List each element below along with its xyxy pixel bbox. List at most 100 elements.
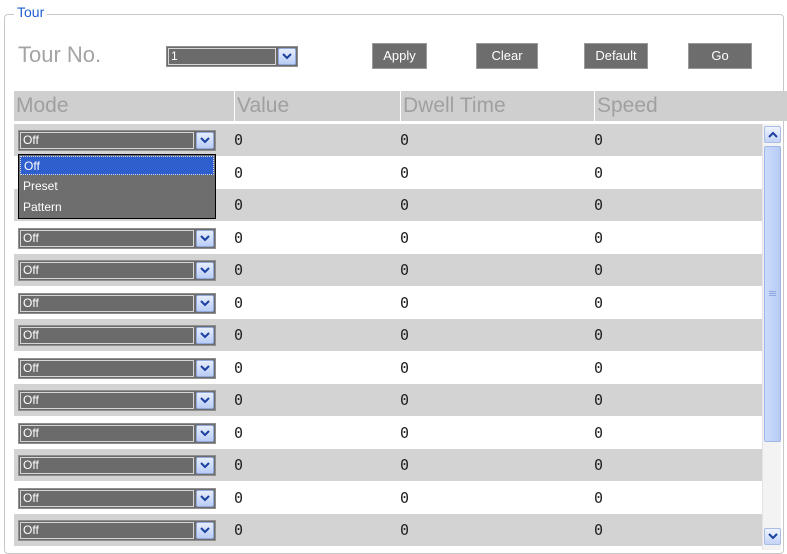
dwell-time-cell[interactable]: 0 xyxy=(400,189,409,221)
table-row: Off 0 0 0 xyxy=(14,124,762,156)
value-cell[interactable]: 0 xyxy=(234,449,243,481)
mode-select[interactable]: Off xyxy=(18,227,216,249)
mode-select-value: Off xyxy=(20,489,194,507)
chevron-down-icon[interactable] xyxy=(196,522,214,539)
column-header-speed: Speed xyxy=(594,91,658,121)
mode-option-preset[interactable]: Preset xyxy=(20,177,214,196)
mode-select-value: Off xyxy=(20,522,194,539)
value-cell[interactable]: 0 xyxy=(234,189,243,221)
tour-no-select[interactable]: 1 xyxy=(166,46,298,67)
chevron-down-icon[interactable] xyxy=(196,262,214,279)
speed-cell[interactable]: 0 xyxy=(594,287,603,319)
chevron-down-icon[interactable] xyxy=(196,457,214,474)
mode-select[interactable]: Off xyxy=(18,260,216,281)
table-header: Mode Value Dwell Time Speed xyxy=(14,91,787,121)
table-row: Off 0 0 0 xyxy=(14,319,762,351)
speed-cell[interactable]: 0 xyxy=(594,449,603,481)
table-row: Off 0 0 0 xyxy=(14,482,762,514)
chevron-down-icon[interactable] xyxy=(764,528,781,545)
value-cell[interactable]: 0 xyxy=(234,384,243,416)
column-header-dwell-time: Dwell Time xyxy=(400,91,506,121)
go-button[interactable]: Go xyxy=(688,43,752,69)
value-cell[interactable]: 0 xyxy=(234,254,243,286)
dwell-time-cell[interactable]: 0 xyxy=(400,384,409,416)
mode-select[interactable]: Off xyxy=(18,390,216,411)
mode-select[interactable]: Off xyxy=(18,422,216,444)
table-row: Off 0 0 0 xyxy=(14,352,762,384)
clear-button[interactable]: Clear xyxy=(476,43,538,69)
speed-cell[interactable]: 0 xyxy=(594,189,603,221)
dwell-time-cell[interactable]: 0 xyxy=(400,222,409,254)
table-row: Off 0 0 0 xyxy=(14,222,762,254)
mode-select[interactable]: Off xyxy=(18,130,216,151)
mode-select-value: Off xyxy=(20,359,194,377)
mode-select[interactable]: Off xyxy=(18,520,216,541)
column-header-mode: Mode xyxy=(16,94,69,117)
chevron-up-icon[interactable] xyxy=(764,126,781,143)
speed-cell[interactable]: 0 xyxy=(594,157,603,189)
dwell-time-cell[interactable]: 0 xyxy=(400,124,409,156)
value-cell[interactable]: 0 xyxy=(234,287,243,319)
speed-cell[interactable]: 0 xyxy=(594,384,603,416)
speed-cell[interactable]: 0 xyxy=(594,482,603,514)
mode-select[interactable]: Off xyxy=(18,455,216,476)
mode-dropdown-list[interactable]: Off Preset Pattern xyxy=(18,154,216,219)
table-row: Off 0 0 0 xyxy=(14,384,762,416)
mode-option-off[interactable]: Off xyxy=(20,156,214,175)
speed-cell[interactable]: 0 xyxy=(594,319,603,351)
chevron-down-icon[interactable] xyxy=(196,489,214,507)
value-cell[interactable]: 0 xyxy=(234,482,243,514)
dwell-time-cell[interactable]: 0 xyxy=(400,319,409,351)
mode-select-value: Off xyxy=(20,229,194,247)
dwell-time-cell[interactable]: 0 xyxy=(400,482,409,514)
mode-select[interactable]: Off xyxy=(18,487,216,509)
vertical-scrollbar[interactable] xyxy=(762,124,781,550)
table-row: Off 0 0 0 xyxy=(14,254,762,286)
default-button[interactable]: Default xyxy=(584,43,648,69)
mode-select-value: Off xyxy=(20,424,194,442)
mode-option-pattern[interactable]: Pattern xyxy=(20,198,214,217)
mode-select[interactable]: Off xyxy=(18,325,216,346)
value-cell[interactable]: 0 xyxy=(234,417,243,449)
mode-select-value: Off xyxy=(20,294,194,312)
dwell-time-cell[interactable]: 0 xyxy=(400,449,409,481)
column-header-value: Value xyxy=(234,91,289,121)
chevron-down-icon[interactable] xyxy=(196,229,214,247)
chevron-down-icon[interactable] xyxy=(196,132,214,149)
chevron-down-icon[interactable] xyxy=(196,294,214,312)
speed-cell[interactable]: 0 xyxy=(594,514,603,546)
mode-select[interactable]: Off xyxy=(18,357,216,379)
dwell-time-cell[interactable]: 0 xyxy=(400,157,409,189)
tour-legend: Tour xyxy=(14,4,48,20)
value-cell[interactable]: 0 xyxy=(234,124,243,156)
grip-line xyxy=(769,293,776,294)
mode-select-value: Off xyxy=(20,327,194,344)
chevron-down-icon[interactable] xyxy=(196,392,214,409)
chevron-down-icon[interactable] xyxy=(278,48,296,65)
speed-cell[interactable]: 0 xyxy=(594,222,603,254)
dwell-time-cell[interactable]: 0 xyxy=(400,417,409,449)
value-cell[interactable]: 0 xyxy=(234,319,243,351)
value-cell[interactable]: 0 xyxy=(234,157,243,189)
speed-cell[interactable]: 0 xyxy=(594,254,603,286)
table-row: Off 0 0 0 xyxy=(14,417,762,449)
value-cell[interactable]: 0 xyxy=(234,222,243,254)
dwell-time-cell[interactable]: 0 xyxy=(400,287,409,319)
mode-select-value: Off xyxy=(20,262,194,279)
speed-cell[interactable]: 0 xyxy=(594,417,603,449)
chevron-down-icon[interactable] xyxy=(196,359,214,377)
dwell-time-cell[interactable]: 0 xyxy=(400,514,409,546)
dwell-time-cell[interactable]: 0 xyxy=(400,254,409,286)
apply-button[interactable]: Apply xyxy=(372,43,427,69)
grip-icon xyxy=(769,291,776,292)
mode-select[interactable]: Off xyxy=(18,292,216,314)
value-cell[interactable]: 0 xyxy=(234,514,243,546)
chevron-down-icon[interactable] xyxy=(196,327,214,344)
dwell-time-cell[interactable]: 0 xyxy=(400,352,409,384)
speed-cell[interactable]: 0 xyxy=(594,124,603,156)
scrollbar-thumb[interactable] xyxy=(764,146,781,442)
chevron-down-icon[interactable] xyxy=(196,424,214,442)
speed-cell[interactable]: 0 xyxy=(594,352,603,384)
value-cell[interactable]: 0 xyxy=(234,352,243,384)
table-row: Off 0 0 0 xyxy=(14,287,762,319)
